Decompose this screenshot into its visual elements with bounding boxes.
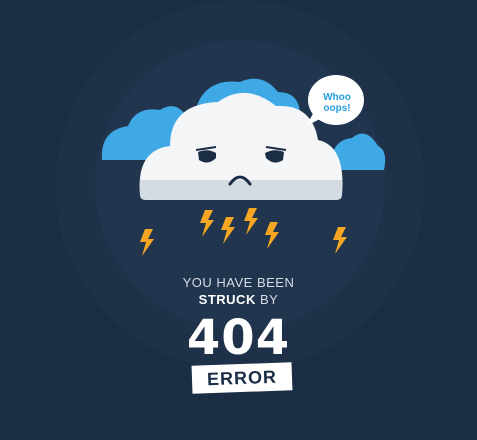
message-emphasis: STRUCK [198,292,256,307]
error-label: ERROR [191,362,293,394]
struck-message: YOU HAVE BEEN STRUCK BY [0,274,477,308]
message-line-1: YOU HAVE BEEN [182,275,295,290]
error-404-illustration: Whoo oops! YOU HAVE BEEN STRUCK BY 404 E… [0,0,477,440]
speech-bubble-text: Whoo oops! [313,92,361,114]
message-line-2: STRUCK BY [0,291,477,308]
lightning-bolt-icon [140,208,347,256]
bubble-line-1: Whoo [323,92,351,103]
bubble-line-2: oops! [323,103,351,114]
error-code: 404 [186,310,291,366]
message-suffix: BY [259,292,279,307]
